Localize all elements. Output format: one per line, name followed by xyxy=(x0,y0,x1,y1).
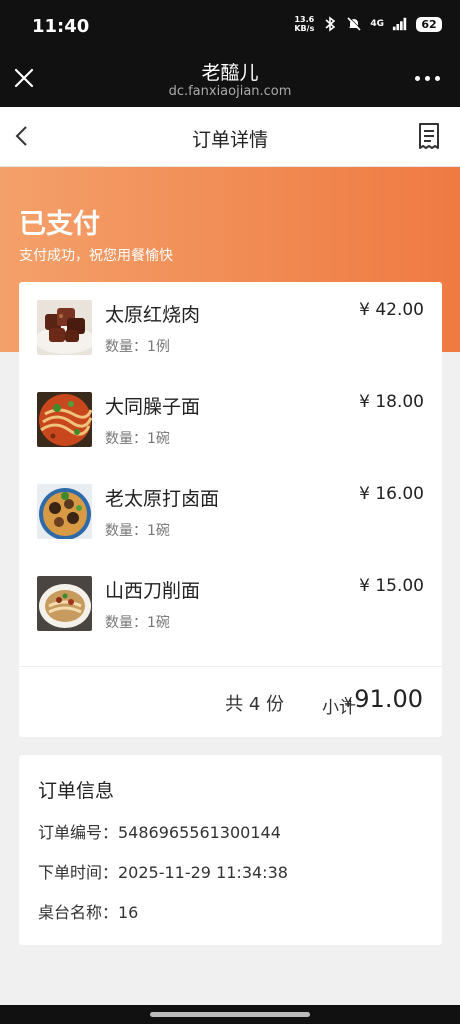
browser-bar: 老醯儿 dc.fanxiaojian.com xyxy=(0,54,460,107)
table-name: 桌台名称：16 xyxy=(38,903,139,922)
dish-image xyxy=(37,300,92,355)
dish-price: ¥ 15.00 xyxy=(359,576,424,596)
dish-quantity: 数量：1例 xyxy=(105,339,170,355)
bluetooth-icon xyxy=(322,16,338,32)
network-type: 4G xyxy=(370,19,384,29)
status-bar: 11:40 13.6 KB/s 4G 62 xyxy=(0,0,460,54)
order-info-title: 订单信息 xyxy=(38,780,115,802)
home-indicator[interactable] xyxy=(150,1012,310,1017)
net-speed: 13.6 KB/s xyxy=(294,15,314,33)
order-number: 订单编号：5486965561300144 xyxy=(38,823,281,842)
order-item[interactable]: 太原红烧肉 数量：1例 ¥ 42.00 xyxy=(37,300,424,356)
payment-status-title: 已支付 xyxy=(19,209,100,240)
total-count: 共 4 份 xyxy=(225,694,284,715)
net-speed-value: 13.6 xyxy=(294,15,315,24)
dish-name: 大同臊子面 xyxy=(105,396,201,418)
subtotal-value: 91.00 xyxy=(354,685,423,713)
browser-url: dc.fanxiaojian.com xyxy=(168,84,292,99)
net-speed-unit: KB/s xyxy=(294,24,315,33)
dish-quantity: 数量：1碗 xyxy=(105,431,170,447)
page-title: 订单详情 xyxy=(191,129,268,151)
dish-price: ¥ 42.00 xyxy=(359,300,424,320)
order-info-card: 订单信息 订单编号：5486965561300144 下单时间：2025-11-… xyxy=(19,755,442,945)
payment-status-subtitle: 支付成功，祝您用餐愉快 xyxy=(19,248,173,264)
divider xyxy=(19,666,442,667)
battery-icon: 62 xyxy=(416,16,442,32)
more-icon[interactable] xyxy=(415,76,440,81)
dish-image xyxy=(37,392,92,447)
dish-name: 山西刀削面 xyxy=(105,580,201,602)
order-items-card: 太原红烧肉 数量：1例 ¥ 42.00 大同臊子面 数量：1碗 ¥ 18.00 xyxy=(19,282,442,737)
dish-quantity: 数量：1碗 xyxy=(105,523,170,539)
status-time: 11:40 xyxy=(32,16,90,37)
subtotal-amount: ¥91.00 xyxy=(344,685,423,713)
signal-icon xyxy=(392,16,408,32)
dish-price: ¥ 18.00 xyxy=(359,392,424,412)
dish-price: ¥ 16.00 xyxy=(359,484,424,504)
currency-symbol: ¥ xyxy=(344,696,353,711)
order-time: 下单时间：2025-11-29 11:34:38 xyxy=(38,863,288,882)
order-item[interactable]: 老太原打卤面 数量：1碗 ¥ 16.00 xyxy=(37,484,424,540)
order-item[interactable]: 山西刀削面 数量：1碗 ¥ 15.00 xyxy=(37,576,424,632)
dish-name: 太原红烧肉 xyxy=(105,304,201,326)
dish-name: 老太原打卤面 xyxy=(105,488,220,510)
dish-image xyxy=(37,576,92,631)
dish-image xyxy=(37,484,92,539)
status-icons: 13.6 KB/s 4G 62 xyxy=(294,15,442,33)
browser-title: 老醯儿 xyxy=(201,62,259,84)
mute-bell-icon xyxy=(346,16,362,32)
page-header: 订单详情 xyxy=(0,107,460,167)
dish-quantity: 数量：1碗 xyxy=(105,615,170,631)
order-item[interactable]: 大同臊子面 数量：1碗 ¥ 18.00 xyxy=(37,392,424,448)
receipt-icon[interactable] xyxy=(416,122,442,150)
